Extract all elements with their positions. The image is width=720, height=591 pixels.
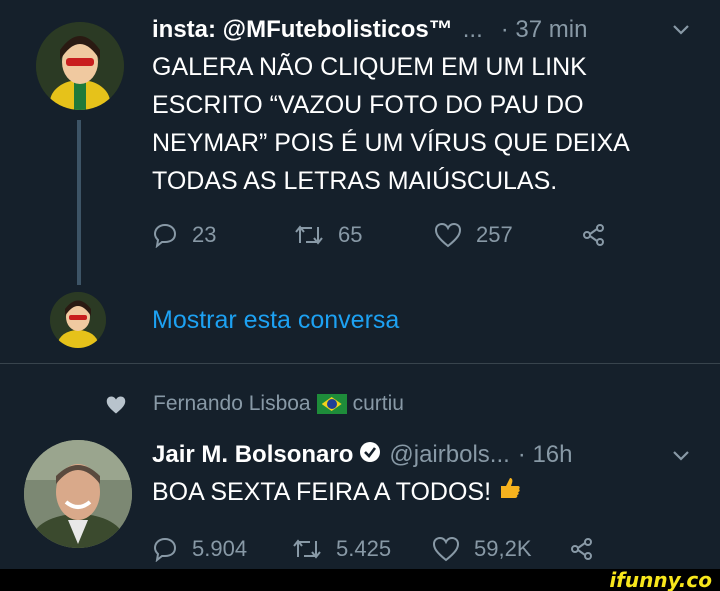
thumbs-up-icon xyxy=(499,476,521,509)
avatar[interactable] xyxy=(36,22,124,110)
reply-button[interactable]: 23 xyxy=(152,222,294,248)
reply-count: 5.904 xyxy=(192,536,248,561)
retweet-count: 5.425 xyxy=(336,536,392,561)
like-icon xyxy=(434,222,462,248)
tweet-text: BOA SEXTA FEIRA A TODOS! xyxy=(152,476,521,509)
retweet-button[interactable]: 65 xyxy=(294,222,434,248)
share-button[interactable] xyxy=(570,537,594,561)
share-icon xyxy=(582,223,606,247)
tweet-text: GALERA NÃO CLIQUEM EM UM LINK ESCRITO “V… xyxy=(152,53,630,195)
verified-icon xyxy=(359,441,381,470)
tweet-text-content: BOA SEXTA FEIRA A TODOS! xyxy=(152,478,492,506)
brazil-flag-icon xyxy=(316,394,347,414)
liked-by-text: Fernando Lisboa curtiu xyxy=(153,392,404,416)
display-name[interactable]: Jair M. Bolsonaro xyxy=(152,441,353,469)
reply-count: 23 xyxy=(192,222,217,247)
liked-action: curtiu xyxy=(352,392,404,415)
like-count: 59,2K xyxy=(474,536,532,561)
show-conversation-row[interactable]: Mostrar esta conversa xyxy=(0,290,720,350)
show-conversation-link[interactable]: Mostrar esta conversa xyxy=(152,306,399,335)
share-icon xyxy=(570,537,594,561)
display-name[interactable]: insta: @MFutebolisticos™ xyxy=(152,16,453,44)
like-button[interactable]: 257 xyxy=(434,222,582,248)
chevron-down-icon[interactable] xyxy=(672,20,690,41)
watermark: ifunny.co xyxy=(609,568,712,591)
retweet-icon xyxy=(294,223,324,247)
tweet-header: Jair M. Bolsonaro @jairbols... · 16h xyxy=(152,437,572,473)
reply-icon xyxy=(152,222,178,248)
divider xyxy=(0,363,720,364)
share-button[interactable] xyxy=(582,223,606,247)
reply-icon xyxy=(152,536,178,562)
avatar[interactable] xyxy=(24,440,132,548)
retweet-count: 65 xyxy=(338,222,363,247)
handle[interactable]: @jairbols... xyxy=(389,441,509,469)
like-count: 257 xyxy=(476,222,513,247)
tweet-1[interactable]: insta: @MFutebolisticos™ ... · 37 min GA… xyxy=(0,0,720,285)
tweet-actions: 23 65 257 xyxy=(152,222,606,248)
tweet-actions: 5.904 5.425 59,2K xyxy=(152,536,594,562)
retweet-button[interactable]: 5.425 xyxy=(292,536,432,562)
name-ellipsis: ... xyxy=(462,16,483,43)
tweet-header: insta: @MFutebolisticos™ ... · 37 min xyxy=(152,12,587,48)
avatar[interactable] xyxy=(50,292,106,348)
heart-filled-icon xyxy=(105,395,127,421)
liker-name[interactable]: Fernando Lisboa xyxy=(153,392,311,416)
chevron-down-icon[interactable] xyxy=(672,446,690,467)
retweet-icon xyxy=(292,537,322,561)
tweet-time[interactable]: · 37 min xyxy=(501,16,588,44)
thread-line xyxy=(77,120,81,285)
tweet-time[interactable]: · 16h xyxy=(518,441,573,469)
like-button[interactable]: 59,2K xyxy=(432,536,570,562)
reply-button[interactable]: 5.904 xyxy=(152,536,292,562)
like-icon xyxy=(432,536,460,562)
